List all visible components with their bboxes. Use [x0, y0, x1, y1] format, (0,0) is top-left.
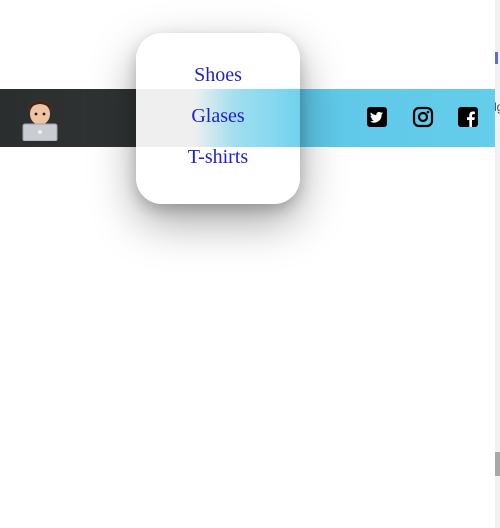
- edge-marker: [495, 52, 498, 64]
- menu-item-tshirts[interactable]: T-shirts: [136, 146, 300, 169]
- dropdown-menu-items: Shoes Glases T-shirts: [136, 0, 300, 220]
- menu-item-shoes[interactable]: Shoes: [136, 64, 300, 87]
- instagram-icon[interactable]: [412, 106, 434, 128]
- scrollbar-track[interactable]: [495, 0, 500, 528]
- twitter-icon[interactable]: [366, 106, 388, 128]
- facebook-icon[interactable]: [457, 106, 479, 128]
- menu-item-glases[interactable]: Glases: [136, 105, 300, 128]
- scrollbar-thumb[interactable]: [495, 452, 500, 476]
- avatar-laptop-icon[interactable]: [20, 97, 60, 142]
